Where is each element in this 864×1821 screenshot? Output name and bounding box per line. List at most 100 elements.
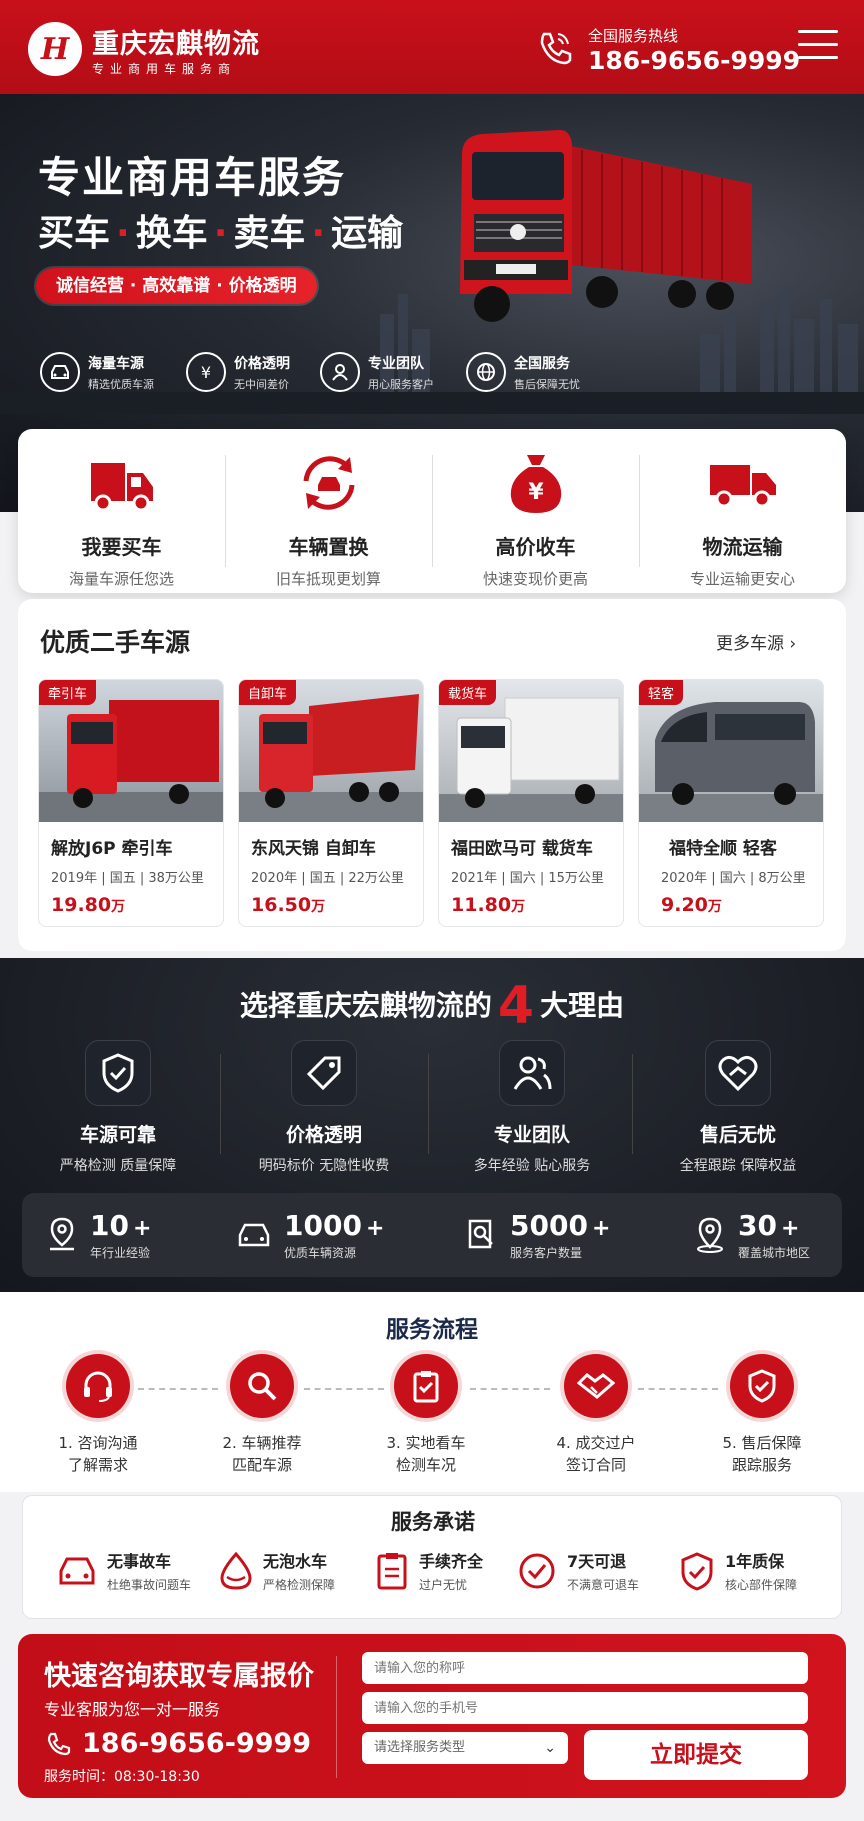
logo-icon[interactable]: H: [28, 22, 82, 76]
stat-item: 10 + 年行业经验: [46, 1193, 151, 1277]
clipboard-icon: [394, 1354, 458, 1418]
car-icon: [40, 352, 80, 392]
service-title: 物流运输: [702, 535, 783, 559]
service-type-select[interactable]: 请选择服务类型 ⌄: [362, 1732, 568, 1764]
section-title: 服务承诺: [391, 1510, 475, 1534]
slogan-sell: 卖车: [233, 213, 306, 254]
red-truck-image: [460, 130, 752, 322]
chevron-right-icon: ›: [789, 634, 797, 654]
stats-bar: 10 + 年行业经验 1000 + 优质车辆资源 5000 + 服务客户数量 30 + 覆盖城市…: [22, 1193, 842, 1277]
quick-consult-form: 快速咨询获取专属报价 专业客服为您一对一服务 186-9656-9999 服务时…: [18, 1634, 846, 1798]
car-tag: 牵引车: [39, 680, 97, 705]
money-bag-icon: ¥: [510, 455, 561, 513]
service-hours: 服务时间：08:30-18:30: [44, 1769, 200, 1785]
service-subtitle: 海量车源任您选: [68, 570, 174, 588]
car-card[interactable]: 载货车 福田欧马可 载货车 2021年 | 国六 | 15万公里 11.80万: [438, 679, 624, 927]
price-tag-icon: [291, 1040, 357, 1106]
truck-front-icon: [90, 463, 153, 512]
service-subtitle: 旧车抵现更划算: [275, 570, 381, 588]
service-buy-car[interactable]: 我要买车 海量车源任您选: [18, 429, 225, 593]
process-step: 4. 成交过户 签订合同: [526, 1354, 666, 1476]
hero-feature-supply: 海量车源 精选优质车源: [40, 352, 154, 392]
team-icon: [499, 1040, 565, 1106]
service-title: 车辆置换: [288, 535, 369, 559]
process-step: 3. 实地看车 检测车况: [356, 1354, 496, 1476]
service-sell-car[interactable]: ¥ 高价收车 快速变现价更高: [432, 429, 639, 593]
car-meta: 2020年 | 国五 | 22万公里: [251, 871, 404, 886]
handshake-icon: [564, 1354, 628, 1418]
used-cars-section: 优质二手车源 更多车源 › 牵引车 解放J6P 牵引车 2019年 | 国五 |…: [18, 599, 846, 951]
stat-item: 1000 + 优质车辆资源: [236, 1193, 384, 1277]
car-meta: 2019年 | 国五 | 38万公里: [51, 871, 204, 886]
car-photo: 轻客: [639, 680, 823, 822]
service-subtitle: 专业运输更安心: [689, 570, 795, 588]
water-drop-icon: [220, 1551, 252, 1590]
car-card[interactable]: 牵引车 解放J6P 牵引车 2019年 | 国五 | 38万公里 19.80万: [38, 679, 224, 927]
hero-slogan: 买车 · 换车 · 卖车 · 运输: [38, 213, 404, 254]
hero-feature-national: 全国服务 售后保障无忧: [466, 352, 580, 392]
brand-subtitle: 专业商用车服务商: [92, 62, 237, 76]
car-meta: 2021年 | 国六 | 15万公里: [451, 871, 604, 886]
reason-item: 售后无忧 全程跟踪 保障权益: [638, 1040, 838, 1175]
slogan-exchange: 换车: [135, 213, 208, 254]
service-title: 高价收车: [495, 535, 576, 559]
more-cars-link[interactable]: 更多车源 ›: [716, 629, 796, 654]
car-price: 11.80万: [451, 894, 526, 916]
service-process-section: 服务流程 1. 咨询沟通 了解需求 2. 车辆推荐 匹配车源 3. 实地看车 检测车况…: [0, 1292, 864, 1492]
service-exchange-car[interactable]: 车辆置换 旧车抵现更划算: [225, 429, 432, 593]
car-name: 解放J6P 牵引车: [51, 839, 173, 859]
car-tag: 轻客: [639, 680, 684, 705]
reasons-section: 选择重庆宏麒物流的 4 大理由 车源可靠 严格检测 质量保障 价格透明 明码标价 无…: [0, 958, 864, 1292]
car-tag: 载货车: [439, 680, 497, 705]
menu-icon[interactable]: [798, 30, 838, 64]
service-entry-card: 我要买车 海量车源任您选 车辆置换 旧车抵现更划算 ¥ 高价收车 快速变现价更高…: [18, 429, 846, 593]
car-card[interactable]: 轻客 福特全顺 轻客 2020年 | 国六 | 8万公里 9.20万: [638, 679, 824, 927]
heart-hand-icon: [705, 1040, 771, 1106]
promise-item: 7天可退 不满意可退车: [517, 1548, 639, 1593]
phone-input[interactable]: [362, 1692, 808, 1724]
stat-item: 5000 + 服务客户数量: [464, 1193, 610, 1277]
hero-feature-price: ¥ 价格透明 无中间差价: [186, 352, 290, 392]
reason-item: 专业团队 多年经验 贴心服务: [432, 1040, 632, 1175]
headset-icon: [66, 1354, 130, 1418]
car-name: 东风天锦 自卸车: [251, 839, 376, 859]
process-step: 5. 售后保障 跟踪服务: [692, 1354, 832, 1476]
reason-item: 车源可靠 严格检测 质量保障: [18, 1040, 218, 1175]
site-header: H 重庆宏麒物流 专业商用车服务商 全国服务热线 186-9656-9999: [0, 0, 864, 94]
chevron-down-icon: ⌄: [544, 1740, 556, 1756]
document-icon: [377, 1552, 407, 1589]
slogan-transport: 运输: [331, 213, 404, 254]
process-step: 1. 咨询沟通 了解需求: [28, 1354, 168, 1476]
process-step: 2. 车辆推荐 匹配车源: [192, 1354, 332, 1476]
car-icon: [238, 1223, 270, 1247]
consult-title: 快速咨询获取专属报价: [44, 1661, 314, 1692]
car-tag: 自卸车: [239, 680, 297, 705]
car-name: 福田欧马可 载货车: [451, 839, 593, 859]
reason-item: 价格透明 明码标价 无隐性收费: [224, 1040, 424, 1175]
hotline-number[interactable]: 186-9656-9999: [588, 46, 800, 75]
car-card[interactable]: 自卸车 东风天锦 自卸车 2020年 | 国五 | 22万公里 16.50万: [238, 679, 424, 927]
handshake-doc-icon: [468, 1219, 493, 1249]
map-pin-icon: [697, 1217, 723, 1253]
car-photo: 载货车: [439, 680, 623, 822]
consult-phone[interactable]: 186-9656-9999: [44, 1728, 311, 1759]
promise-item: 手续齐全 过户无忧: [375, 1548, 483, 1593]
shield-check-icon: [85, 1040, 151, 1106]
name-input[interactable]: [362, 1652, 808, 1684]
car-price: 16.50万: [251, 894, 326, 916]
section-title: 服务流程: [386, 1317, 478, 1343]
consult-subtitle: 专业客服为您一对一服务: [44, 1700, 221, 1719]
submit-button[interactable]: 立即提交: [584, 1730, 808, 1780]
svg-text:¥: ¥: [528, 480, 544, 505]
car-price: 19.80万: [51, 894, 126, 916]
delivery-truck-icon: [709, 465, 776, 508]
car-name: 福特全顺 轻客: [669, 839, 777, 859]
stat-item: 30 + 覆盖城市地区: [694, 1193, 810, 1277]
hero-tagline-pill: 诚信经营 · 高效靠谱 · 价格透明: [36, 268, 317, 304]
promise-item: 无泡水车 严格检测保障: [219, 1548, 335, 1593]
globe-icon: [466, 352, 506, 392]
service-logistics[interactable]: 物流运输 专业运输更安心: [639, 429, 846, 593]
brand-name: 重庆宏麒物流: [92, 29, 260, 60]
shield-check-icon: [730, 1354, 794, 1418]
phone-icon: [540, 32, 572, 65]
